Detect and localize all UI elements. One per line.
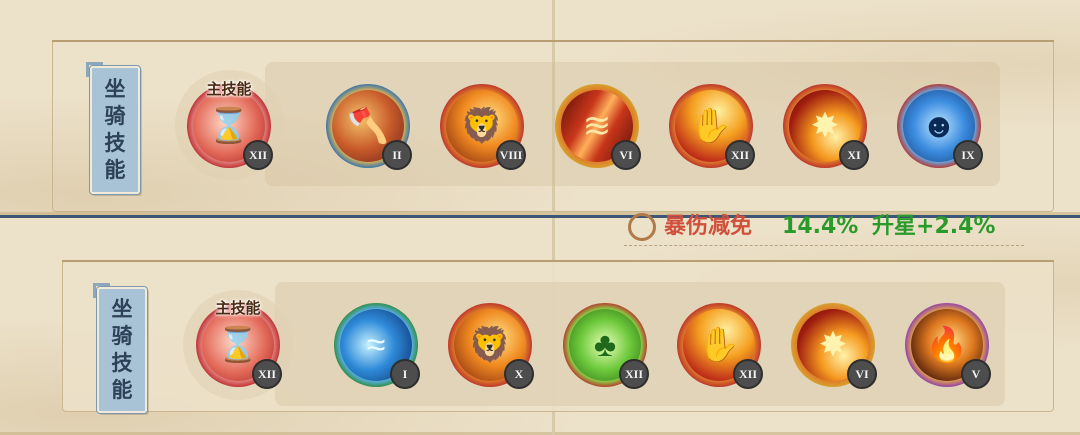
tab-char: 坐	[104, 77, 126, 101]
tab-char: 技	[104, 131, 126, 155]
stat-bonus: 升星+2.4%	[872, 214, 996, 239]
skill-icon-4[interactable]: ✋ XII	[669, 84, 755, 170]
tab-char: 技	[111, 351, 133, 375]
main-skill-hourglass[interactable]: 主技能 ⌛ XII	[196, 299, 282, 389]
stat-row: 暴伤减免 14.4% 升星+2.4%	[628, 208, 995, 241]
skill-icon-6[interactable]: ☻ IX	[897, 84, 983, 170]
stat-divider	[624, 245, 1024, 246]
skill-level-badge: II	[382, 140, 412, 170]
skill-level-badge: XII	[619, 359, 649, 389]
skill-icon-4[interactable]: ✋ XII	[677, 303, 763, 389]
skill-level-badge: VI	[611, 140, 641, 170]
skill-level-badge: XII	[725, 140, 755, 170]
skill-level-badge: IX	[953, 140, 983, 170]
skill-icon-1[interactable]: 🪓 II	[326, 84, 412, 170]
skill-icon-5[interactable]: ✸ VI	[791, 303, 877, 389]
skill-icon-3[interactable]: ≋ VI	[555, 84, 641, 170]
skill-icon-5[interactable]: ✸ XI	[783, 84, 869, 170]
skill-panel-top: 坐 骑 技 能 主技能 ⌛ XII 🪓 II 🦁 VIII ≋ VI ✋ XII…	[0, 0, 1080, 215]
skill-icon-2[interactable]: 🦁 VIII	[440, 84, 526, 170]
skill-level-badge: XII	[733, 359, 763, 389]
crit-reduce-icon	[628, 213, 656, 241]
mount-skill-tab: 坐 骑 技 能	[93, 283, 147, 413]
skill-level-badge: VIII	[496, 140, 526, 170]
stat-value: 14.4%	[782, 214, 859, 239]
tab-char: 骑	[104, 104, 126, 128]
skill-icon-1[interactable]: ≈ I	[334, 303, 420, 389]
skill-icon-2[interactable]: 🦁 X	[448, 303, 534, 389]
skill-level-badge: XII	[243, 140, 273, 170]
mount-skill-tab: 坐 骑 技 能	[86, 62, 140, 194]
skill-level-badge: I	[390, 359, 420, 389]
skill-level-badge: X	[504, 359, 534, 389]
tab-char: 骑	[111, 324, 133, 348]
tab-char: 能	[111, 378, 133, 402]
main-skill-label: 主技能	[215, 299, 261, 317]
tab-char: 能	[104, 158, 126, 182]
skill-icon-3[interactable]: ♣ XII	[563, 303, 649, 389]
main-skill-label: 主技能	[206, 80, 252, 98]
skill-level-badge: V	[961, 359, 991, 389]
skill-icon-6[interactable]: 🔥 V	[905, 303, 991, 389]
stat-name: 暴伤减免	[664, 214, 753, 239]
main-skill-hourglass[interactable]: 主技能 ⌛ XII	[187, 80, 273, 170]
tab-char: 坐	[111, 297, 133, 321]
skill-panel-bottom: 坐 骑 技 能 主技能 ⌛ XII ≈ I 🦁 X ♣ XII ✋ XII ✸ …	[0, 257, 1080, 435]
skill-level-badge: XI	[839, 140, 869, 170]
skill-level-badge: VI	[847, 359, 877, 389]
skill-level-badge: XII	[252, 359, 282, 389]
